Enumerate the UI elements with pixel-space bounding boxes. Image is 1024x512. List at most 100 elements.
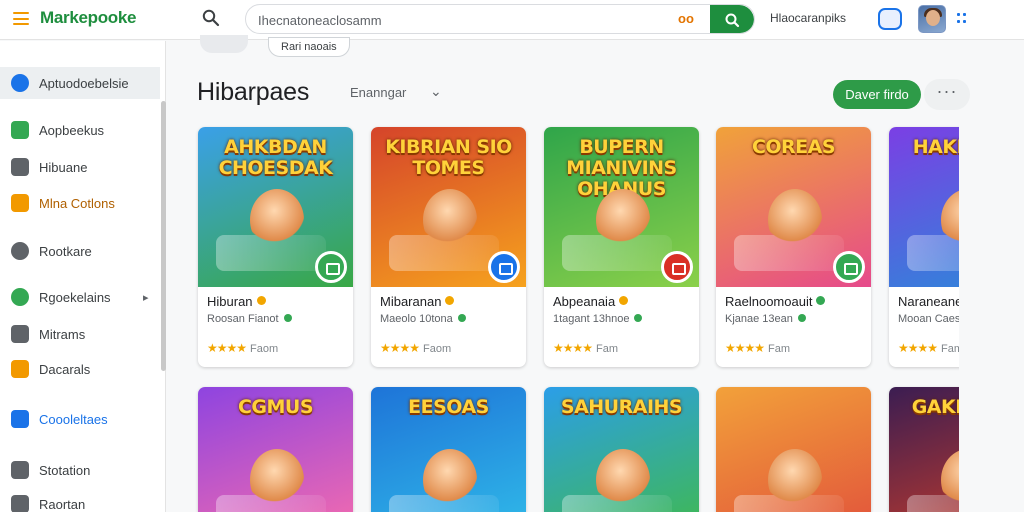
compass-icon — [11, 74, 29, 92]
app-developer-text: 1tagant 13hnoe — [553, 313, 630, 325]
app-rating: ★★★★ Faom — [207, 341, 278, 355]
install-badge-icon[interactable] — [488, 251, 520, 283]
search-submit-button[interactable] — [710, 5, 754, 33]
sidebar-item-label: Hibuane — [39, 159, 88, 175]
app-card[interactable]: CGMUS — [198, 387, 353, 512]
app-developer-text: Roosan Fianot — [207, 313, 279, 325]
sidebar-item-settings[interactable]: Rgoekelains ▸ — [0, 281, 160, 313]
sidebar-item-label: Dacarals — [39, 361, 91, 377]
verified-icon — [634, 314, 643, 322]
app-cover-art: EESOAS — [371, 387, 526, 512]
sidebar-item-label: Raortan — [39, 496, 86, 512]
cover-title: GAKK MSR — [911, 396, 959, 418]
sidebar-scrollbar[interactable] — [161, 101, 166, 371]
more-options-button[interactable]: ··· — [924, 79, 970, 110]
app-card[interactable]: BUPERN MIANIVINS OHANUSAbpeanaia1tagant … — [544, 127, 699, 367]
avatar[interactable] — [918, 5, 946, 33]
chevron-down-icon[interactable]: ⌄ — [430, 83, 442, 100]
app-name-text: Mibaranan — [380, 294, 442, 309]
filter-chip[interactable]: Rari naoais — [268, 37, 350, 57]
star-rating-icon: ★★★★ — [380, 341, 420, 355]
chart-icon — [11, 461, 29, 479]
app-card[interactable]: SAHURAIHS — [544, 387, 699, 512]
app-name: Mibaranan — [380, 294, 455, 309]
app-card[interactable]: COREAS Raelnoomoauit Kjanae 13ean ★★★★ Fam — [716, 127, 871, 367]
app-developer-text: Kjanae 13ean — [725, 313, 793, 325]
character-illustration — [423, 189, 477, 251]
accessibility-icon[interactable] — [878, 8, 902, 30]
apps-grid-icon[interactable] — [957, 13, 967, 25]
sidebar-item-label: Aptuodoebelsie — [39, 75, 129, 91]
app-name-text: Raelnoomoauit — [725, 294, 813, 309]
sidebar-item-label: Stotation — [39, 462, 91, 478]
rating-label: Fam — [941, 343, 959, 355]
cover-title: KIBRIAN SIO TOMES — [385, 136, 512, 179]
sidebar-item-label: Coooleltaes — [39, 411, 108, 427]
verified-icon — [457, 314, 466, 322]
books-icon — [11, 121, 29, 139]
sidebar-item-explore[interactable]: Aptuodoebelsie — [0, 67, 160, 99]
character-illustration — [250, 449, 304, 511]
app-developer: Kjanae 13ean — [725, 313, 806, 325]
sidebar-item-collections[interactable]: Mlna Cotlons — [0, 187, 160, 219]
app-card[interactable] — [716, 387, 871, 512]
app-developer: Mooan Caes — [898, 313, 959, 325]
star-rating-icon: ★★★★ — [207, 341, 247, 355]
grid-icon — [11, 158, 29, 176]
filter-chip[interactable] — [200, 35, 248, 53]
header-link[interactable]: Hlaocaranpiks — [770, 11, 846, 25]
sidebar-item-rootkare[interactable]: Rootkare — [0, 235, 160, 267]
cover-title: CGMUS — [237, 396, 314, 418]
app-developer: Maeolo 10tona — [380, 313, 466, 325]
app-rating: ★★★★ Faom — [380, 341, 451, 355]
collection-icon — [11, 194, 29, 212]
app-name: Naraneanea — [898, 294, 959, 309]
page-title: Hibarpaes — [197, 78, 310, 106]
search-input[interactable] — [258, 10, 668, 30]
app-card[interactable]: EESOAS — [371, 387, 526, 512]
app-developer: Roosan Fianot — [207, 313, 292, 325]
sidebar-item-hibuane[interactable]: Hibuane — [0, 151, 160, 183]
sort-select[interactable]: Enanngar — [350, 85, 406, 100]
apps-icon — [11, 410, 29, 428]
sidebar-item-label: Rgoekelains — [39, 289, 111, 305]
sidebar-item-apps[interactable]: Coooleltaes — [0, 403, 160, 435]
star-rating-icon: ★★★★ — [553, 341, 593, 355]
status-dot-icon — [619, 296, 629, 305]
sidebar-item-label: Mitrams — [39, 326, 86, 342]
app-name-text: Abpeanaia — [553, 294, 616, 309]
search-icon[interactable] — [202, 9, 220, 27]
sidebar-item-label: Rootkare — [39, 243, 92, 259]
brand-logo[interactable]: Markepooke — [40, 8, 137, 28]
app-card[interactable]: AHKBDAN CHOESDAK Hiburan Roosan Fianot ★★★★… — [198, 127, 353, 367]
install-badge-icon[interactable] — [661, 251, 693, 283]
app-cover-art: CGMUS — [198, 387, 353, 512]
character-illustration — [423, 449, 477, 511]
app-card[interactable]: KIBRIAN SIO TOMES Mibaranan Maeolo 10tona ★… — [371, 127, 526, 367]
app-card[interactable]: GAKK MSR — [889, 387, 959, 512]
app-cover-art: GAKK MSR — [889, 387, 959, 512]
primary-action-button[interactable]: Daver firdo — [833, 80, 921, 109]
install-badge-icon[interactable] — [833, 251, 865, 283]
sidebar-item-account[interactable]: Raortan — [0, 488, 160, 512]
search-extra-icon: oo — [678, 11, 694, 26]
app-card[interactable]: HAKE MAE Naraneanea Mooan Caes ★★★★Fam — [889, 127, 959, 367]
sidebar-item-library[interactable]: Mitrams — [0, 318, 160, 350]
cover-title: HAKE MAE — [912, 136, 959, 158]
character-illustration — [768, 189, 822, 251]
bookmark-icon — [11, 360, 29, 378]
sidebar-item-bookmarks[interactable]: Dacarals — [0, 353, 160, 385]
sidebar-item-books[interactable]: Aopbeekus — [0, 114, 160, 146]
settings-icon — [11, 288, 29, 306]
search-bar: oo — [245, 4, 755, 34]
install-badge-icon[interactable] — [315, 251, 347, 283]
menu-icon[interactable] — [13, 12, 29, 25]
account-icon — [11, 495, 29, 512]
status-dot-icon — [256, 296, 266, 305]
character-illustration — [596, 449, 650, 511]
cover-title: SAHURAIHS — [560, 396, 683, 418]
cover-title: AHKBDAN CHOESDAK — [218, 136, 333, 179]
cover-title: EESOAS — [408, 396, 489, 418]
sidebar-item-stats[interactable]: Stotation — [0, 454, 160, 486]
app-developer-text: Maeolo 10tona — [380, 313, 453, 325]
